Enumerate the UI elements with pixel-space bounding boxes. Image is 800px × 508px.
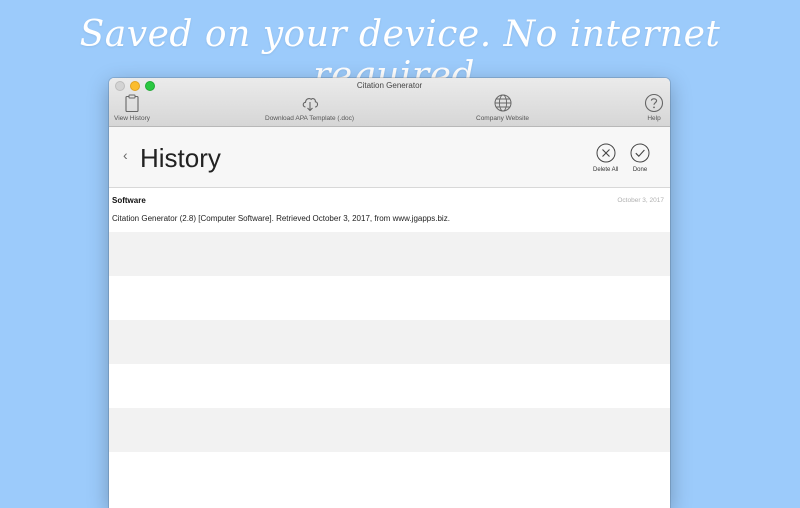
history-entry[interactable]: Software October 3, 2017 Citation Genera… — [109, 188, 670, 232]
download-template-label: Download APA Template (.doc) — [265, 115, 355, 122]
delete-all-label: Delete All — [593, 167, 619, 173]
list-item — [109, 276, 670, 320]
view-history-label: View History — [114, 115, 151, 122]
entry-category: Software — [112, 196, 146, 205]
globe-icon — [494, 94, 511, 112]
download-template-button[interactable]: Download APA Template (.doc) — [265, 93, 354, 122]
done-button[interactable]: Done — [630, 143, 650, 173]
title-bar: Citation Generator View History Download… — [109, 78, 670, 127]
close-circle-icon — [596, 143, 616, 163]
entry-date: October 3, 2017 — [617, 197, 664, 204]
history-list: Software October 3, 2017 Citation Genera… — [109, 188, 670, 496]
help-label: Help — [647, 115, 661, 122]
clipboard-icon — [125, 94, 139, 113]
company-website-label: Company Website — [476, 115, 529, 122]
checkmark-circle-icon — [630, 143, 650, 163]
list-item — [109, 364, 670, 408]
app-window: Citation Generator View History Download… — [109, 78, 670, 508]
list-item — [109, 232, 670, 276]
back-button[interactable]: ‹ — [123, 147, 128, 163]
done-label: Done — [632, 167, 648, 173]
view-history-button[interactable]: View History — [114, 93, 150, 122]
cloud-download-icon — [302, 98, 318, 112]
company-website-button[interactable]: Company Website — [476, 93, 529, 122]
history-header: ‹ History Delete All Done — [109, 127, 670, 188]
list-item — [109, 408, 670, 452]
window-title: Citation Generator — [356, 81, 423, 90]
list-item — [109, 452, 670, 496]
page-title: History — [140, 143, 221, 173]
list-item — [109, 320, 670, 364]
help-icon — [644, 93, 664, 113]
help-button[interactable]: Help — [644, 93, 664, 122]
entry-citation: Citation Generator (2.8) [Computer Softw… — [112, 214, 450, 223]
delete-all-button[interactable]: Delete All — [593, 143, 618, 173]
